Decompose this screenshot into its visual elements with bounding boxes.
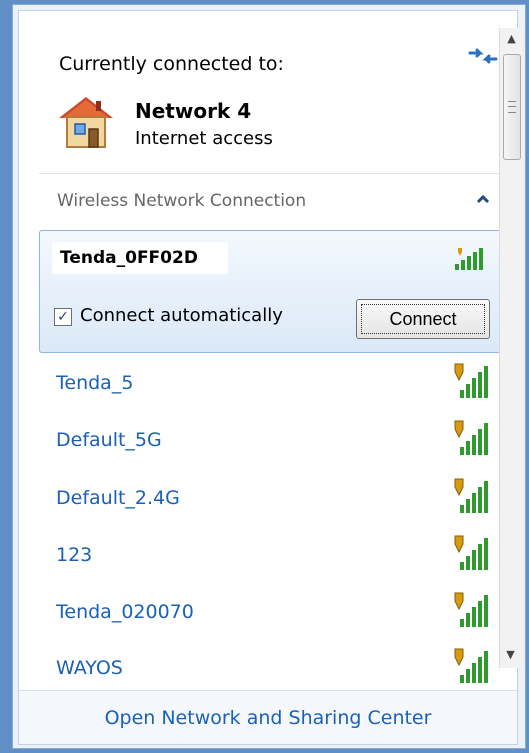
selected-network-card[interactable]: Tenda_0FF02D ✓ Connect automatically Con… xyxy=(39,230,513,353)
list-item[interactable]: 123 xyxy=(39,526,513,582)
secured-wifi-signal-icon xyxy=(448,477,492,517)
connect-automatically-label: Connect automatically xyxy=(80,305,283,326)
network-name: Default_5G xyxy=(56,429,162,451)
scrollbar-thumb[interactable] xyxy=(503,54,521,160)
connect-button[interactable]: Connect xyxy=(356,299,490,339)
secured-wifi-signal-icon xyxy=(448,419,492,459)
network-name: Tenda_5 xyxy=(56,372,134,394)
scrollbar-grip-icon xyxy=(508,101,516,113)
wifi-popup-panel: Currently connected to: Network 4 Intern… xyxy=(18,10,518,745)
network-name: 123 xyxy=(56,544,93,566)
chevron-up-icon[interactable] xyxy=(471,188,495,210)
list-item[interactable]: Default_5G xyxy=(39,411,513,467)
network-name: Default_2.4G xyxy=(56,487,180,509)
secured-wifi-signal-icon xyxy=(448,534,492,574)
selected-network-name: Tenda_0FF02D xyxy=(52,242,228,274)
scroll-down-icon[interactable]: ▼ xyxy=(499,644,522,668)
list-item[interactable]: WAYOS xyxy=(39,639,513,695)
secured-wifi-signal-icon xyxy=(448,362,492,402)
section-divider xyxy=(39,173,517,174)
secured-wifi-signal-icon xyxy=(448,647,492,687)
wireless-section-title: Wireless Network Connection xyxy=(57,191,307,211)
house-icon xyxy=(55,93,117,153)
list-item[interactable]: Tenda_020070 xyxy=(39,583,513,639)
currently-connected-title: Currently connected to: xyxy=(59,53,284,75)
network-name: WAYOS xyxy=(56,657,123,679)
secured-wifi-signal-icon xyxy=(448,591,492,631)
internet-access-status: Internet access xyxy=(135,128,273,149)
open-network-and-sharing-center-link[interactable]: Open Network and Sharing Center xyxy=(19,707,517,729)
refresh-icon[interactable] xyxy=(467,45,499,67)
current-network-name: Network 4 xyxy=(135,99,252,123)
focus-ring xyxy=(361,304,485,334)
list-item[interactable]: Default_2.4G xyxy=(39,469,513,525)
wifi-signal-icon xyxy=(452,246,486,272)
scroll-up-icon[interactable]: ▲ xyxy=(500,28,523,50)
connect-automatically-checkbox[interactable]: ✓ xyxy=(54,308,72,326)
network-name: Tenda_020070 xyxy=(56,601,194,623)
popup-footer: Open Network and Sharing Center xyxy=(19,690,517,744)
list-item[interactable]: Tenda_5 xyxy=(39,354,513,410)
network-list-scrollbar[interactable]: ▲ xyxy=(499,28,523,668)
